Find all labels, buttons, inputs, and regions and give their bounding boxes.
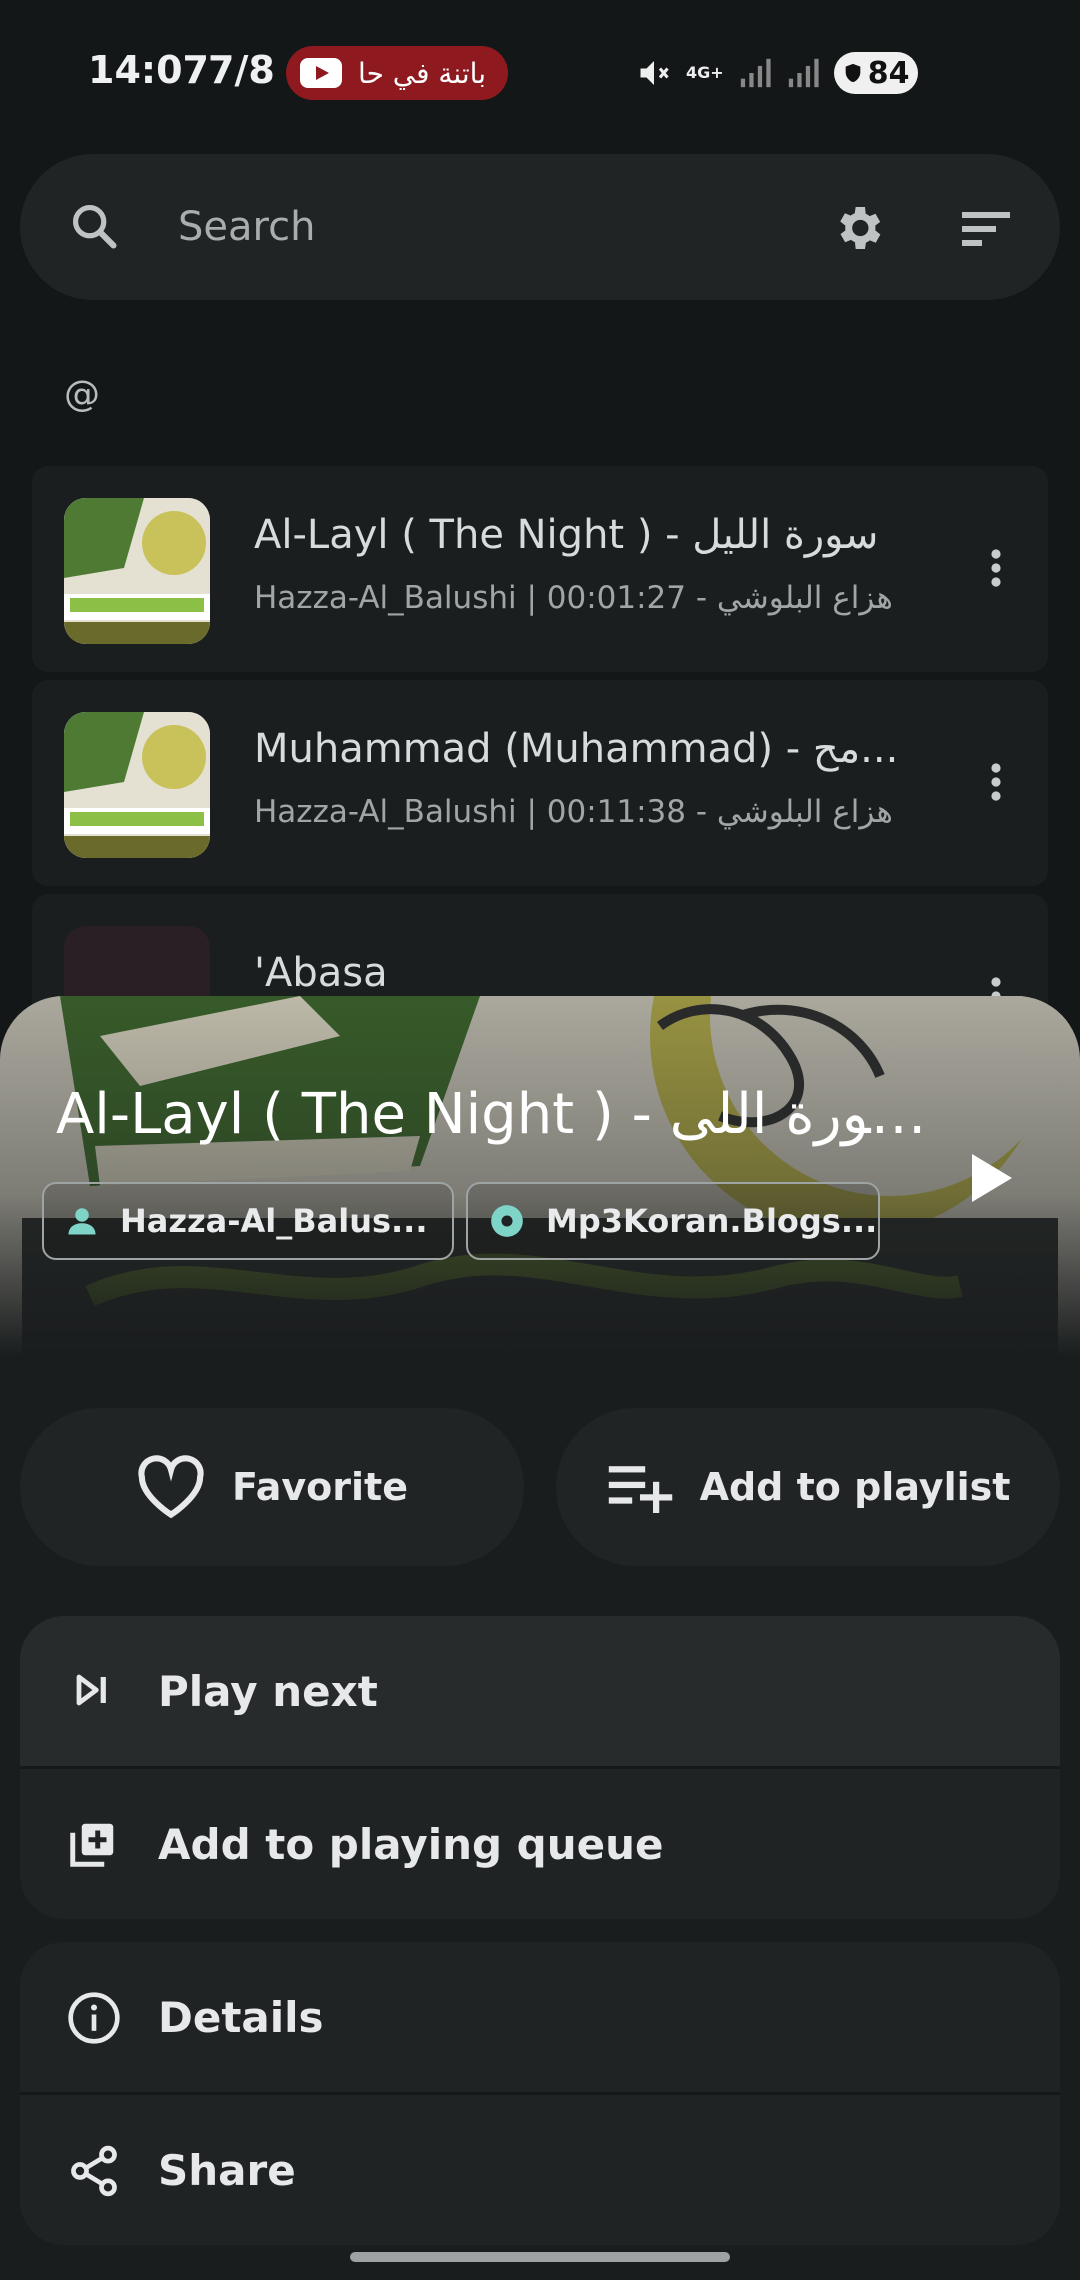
details-item[interactable]: Details <box>20 1942 1060 2092</box>
song-subtitle: Hazza-Al_Balushi | 00:11:38 - هزاع البلو… <box>254 794 893 830</box>
song-options-sheet: Al-Layl ( The Night ) - سورة اللى... Haz… <box>0 996 1080 2280</box>
add-to-queue-item[interactable]: Add to playing queue <box>20 1769 1060 1919</box>
song-list-item[interactable]: Al-Layl ( The Night ) - سورة الليل Hazza… <box>32 466 1048 672</box>
sheet-header: Al-Layl ( The Night ) - سورة اللى... Haz… <box>0 996 1080 1356</box>
add-to-playlist-button[interactable]: Add to playlist <box>556 1408 1060 1566</box>
album-chip-label: Mp3Koran.Blogs... <box>546 1202 878 1240</box>
queue-actions-group: Play next Add to playing queue <box>20 1616 1060 1919</box>
person-icon <box>68 1208 96 1235</box>
queue-add-icon <box>70 1823 114 1867</box>
album-art <box>64 498 210 644</box>
info-icon <box>68 1992 120 2044</box>
gear-icon[interactable] <box>830 200 886 256</box>
live-notification-badge[interactable]: باتنة في حا <box>286 46 508 100</box>
network-type: 4G+ <box>686 63 724 82</box>
status-time: 14:07 <box>88 48 209 92</box>
song-title: Muhammad (Muhammad) - مح... <box>254 726 899 772</box>
header-gradient <box>0 996 1080 1356</box>
youtube-icon <box>300 58 342 88</box>
add-to-playlist-label: Add to playlist <box>699 1465 1011 1509</box>
search-icon[interactable] <box>68 200 120 252</box>
favorite-button[interactable]: Favorite <box>20 1408 524 1566</box>
add-to-queue-label: Add to playing queue <box>158 1819 664 1869</box>
status-date: 7/8 <box>208 48 275 92</box>
skip-next-icon <box>76 1674 106 1706</box>
battery-level: 84 <box>867 55 910 91</box>
sort-icon[interactable] <box>958 204 1014 252</box>
album-chip[interactable]: Mp3Koran.Blogs... <box>466 1182 880 1260</box>
song-subtitle: Hazza-Al_Balushi | 00:01:27 - هزاع البلو… <box>254 580 893 616</box>
more-vert-icon[interactable] <box>972 544 1020 592</box>
gesture-navigation-bar[interactable] <box>350 2252 730 2262</box>
battery-indicator: 84 <box>833 52 918 94</box>
mute-icon <box>640 61 669 85</box>
play-next-label: Play next <box>158 1666 378 1716</box>
more-vert-icon[interactable] <box>972 758 1020 806</box>
play-icon[interactable] <box>956 1146 1020 1210</box>
share-item[interactable]: Share <box>20 2095 1060 2245</box>
signal-icon-2 <box>788 58 819 88</box>
heart-icon <box>138 1455 204 1519</box>
album-art <box>64 712 210 858</box>
playlist-add-icon <box>608 1466 672 1513</box>
section-header: @ <box>64 374 100 415</box>
artist-chip-label: Hazza-Al_Balus... <box>120 1202 428 1240</box>
status-bar: 14:07 7/8 باتنة في حا 4G+ 84 <box>0 0 1080 145</box>
song-list-item[interactable]: Muhammad (Muhammad) - مح... Hazza-Al_Bal… <box>32 680 1048 886</box>
status-icons: 4G+ 84 <box>636 48 918 98</box>
signal-icon <box>740 58 771 88</box>
details-label: Details <box>158 1992 324 2042</box>
search-input[interactable]: Search <box>178 204 315 250</box>
sheet-song-title: Al-Layl ( The Night ) - سورة اللى... <box>56 1082 936 1147</box>
album-icon <box>491 1205 523 1237</box>
favorite-label: Favorite <box>232 1465 408 1509</box>
search-bar[interactable]: Search <box>20 154 1060 300</box>
play-next-item[interactable]: Play next <box>20 1616 1060 1766</box>
live-badge-text: باتنة في حا <box>358 56 486 90</box>
shield-icon <box>845 63 861 83</box>
song-title: Al-Layl ( The Night ) - سورة الليل <box>254 512 879 558</box>
song-title: 'Abasa <box>254 950 388 996</box>
share-icon <box>71 2145 117 2197</box>
artist-chip[interactable]: Hazza-Al_Balus... <box>42 1182 454 1260</box>
info-actions-group: Details Share <box>20 1942 1060 2245</box>
share-label: Share <box>158 2145 296 2195</box>
